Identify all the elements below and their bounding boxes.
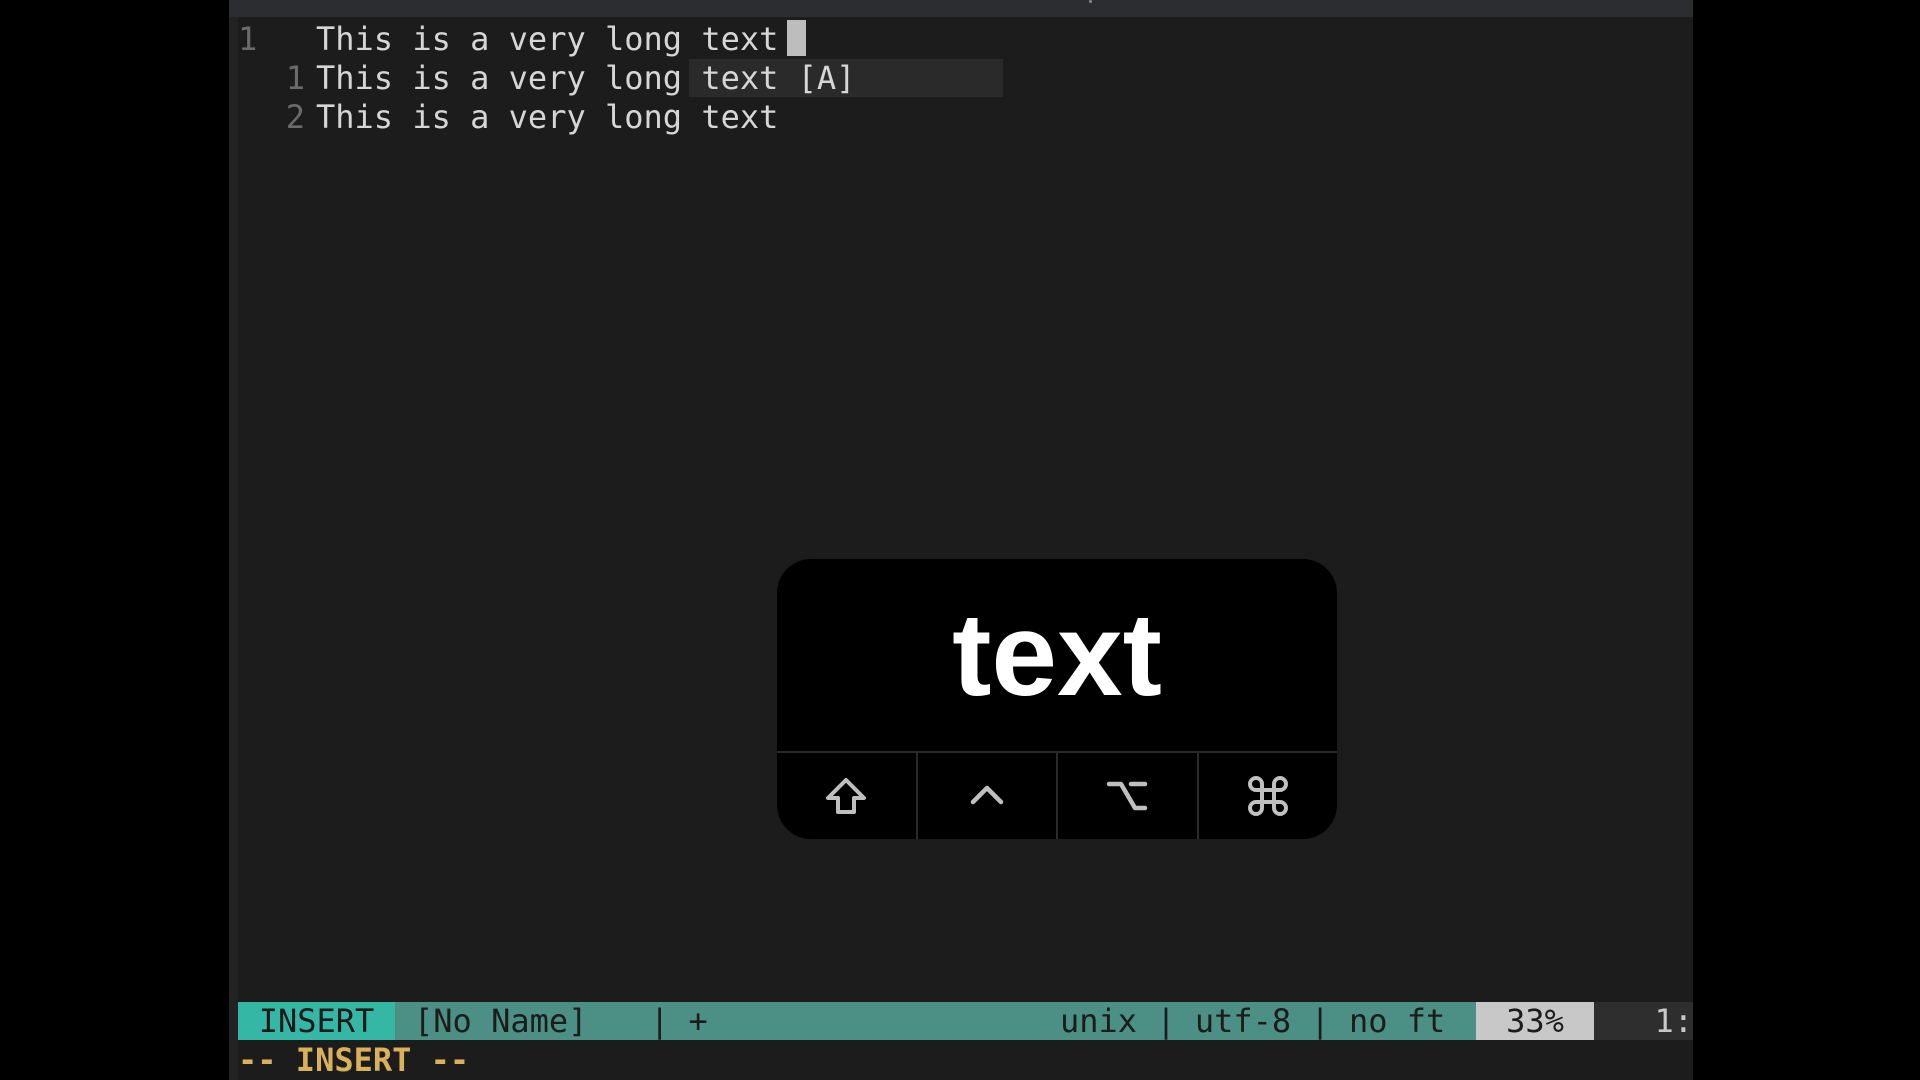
line-number: 2 <box>285 98 305 136</box>
option-icon <box>1107 781 1148 811</box>
line-text[interactable]: This is a very long text <box>316 19 778 59</box>
line-number: 1 <box>285 59 305 97</box>
option-key <box>1058 753 1199 839</box>
line-text[interactable]: This is a very long text <box>316 97 778 137</box>
mode-indicator: INSERT <box>238 1002 395 1040</box>
line-number: 1 <box>238 20 258 58</box>
keystroke-text: text <box>952 589 1162 721</box>
file-info: unix | utf-8 | no ft <box>1060 1002 1446 1040</box>
keystroke-overlay: text <box>777 559 1337 839</box>
modifier-keys <box>777 753 1337 839</box>
cursor-position: 1: <box>1594 1002 1693 1040</box>
shift-key <box>777 753 918 839</box>
buffer-line[interactable]: 1 This is a very long text [A] <box>229 58 1693 98</box>
command-line[interactable]: -- INSERT -- <box>238 1040 469 1080</box>
modified-flag: | + <box>650 1002 708 1040</box>
command-icon <box>1247 776 1288 816</box>
control-key <box>918 753 1058 839</box>
statusline: INSERT [No Name] | + unix | utf-8 | no f… <box>238 1002 1693 1040</box>
text-cursor <box>787 20 806 56</box>
buffer-line[interactable]: 2 This is a very long text <box>229 97 1693 137</box>
shift-icon <box>826 778 867 814</box>
control-icon <box>970 785 1003 805</box>
buffer-name: [No Name] <box>414 1002 588 1040</box>
command-key <box>1199 753 1338 839</box>
line-text[interactable]: This is a very long text [A] <box>316 58 855 98</box>
scroll-percent: 33% <box>1476 1002 1594 1040</box>
terminal-window[interactable]: 1 This is a very long text 1 This is a v… <box>229 0 1693 1080</box>
title-bar <box>229 0 1693 17</box>
buffer-line[interactable]: 1 This is a very long text <box>229 19 1693 59</box>
title-bar-dot <box>1089 0 1092 3</box>
